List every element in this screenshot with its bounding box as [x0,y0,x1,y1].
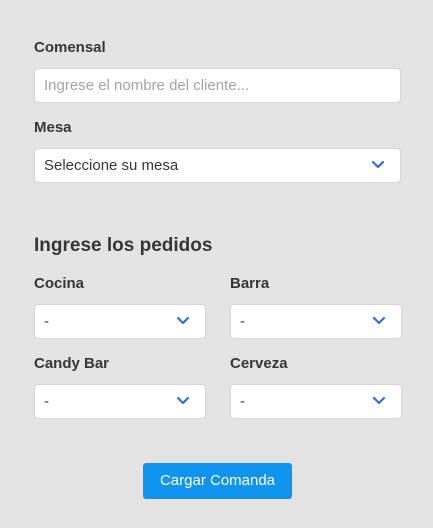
chevron-down-icon [176,316,190,325]
cerveza-selected-value: - [240,393,245,410]
comensal-label: Comensal [34,39,106,56]
pedidos-title: Ingrese los pedidos [34,235,213,256]
mesa-selected-value: Seleccione su mesa [44,157,179,174]
barra-select[interactable]: - [230,304,402,339]
barra-label: Barra [230,275,270,292]
chevron-down-icon [371,160,385,169]
candy-bar-label: Candy Bar [34,355,110,372]
chevron-down-icon [176,396,190,405]
comensal-input[interactable] [35,69,400,102]
barra-selected-value: - [240,313,245,330]
cerveza-label: Cerveza [230,355,288,372]
cocina-select[interactable]: - [34,304,206,339]
comensal-field[interactable] [34,68,401,103]
chevron-down-icon [372,316,386,325]
cerveza-select[interactable]: - [230,384,402,419]
cargar-comanda-button[interactable]: Cargar Comanda [143,463,292,499]
chevron-down-icon [372,396,386,405]
cocina-label: Cocina [34,275,85,292]
candy-bar-selected-value: - [44,393,49,410]
mesa-select[interactable]: Seleccione su mesa [34,148,401,183]
mesa-label: Mesa [34,119,72,136]
candy-bar-select[interactable]: - [34,384,206,419]
cocina-selected-value: - [44,313,49,330]
